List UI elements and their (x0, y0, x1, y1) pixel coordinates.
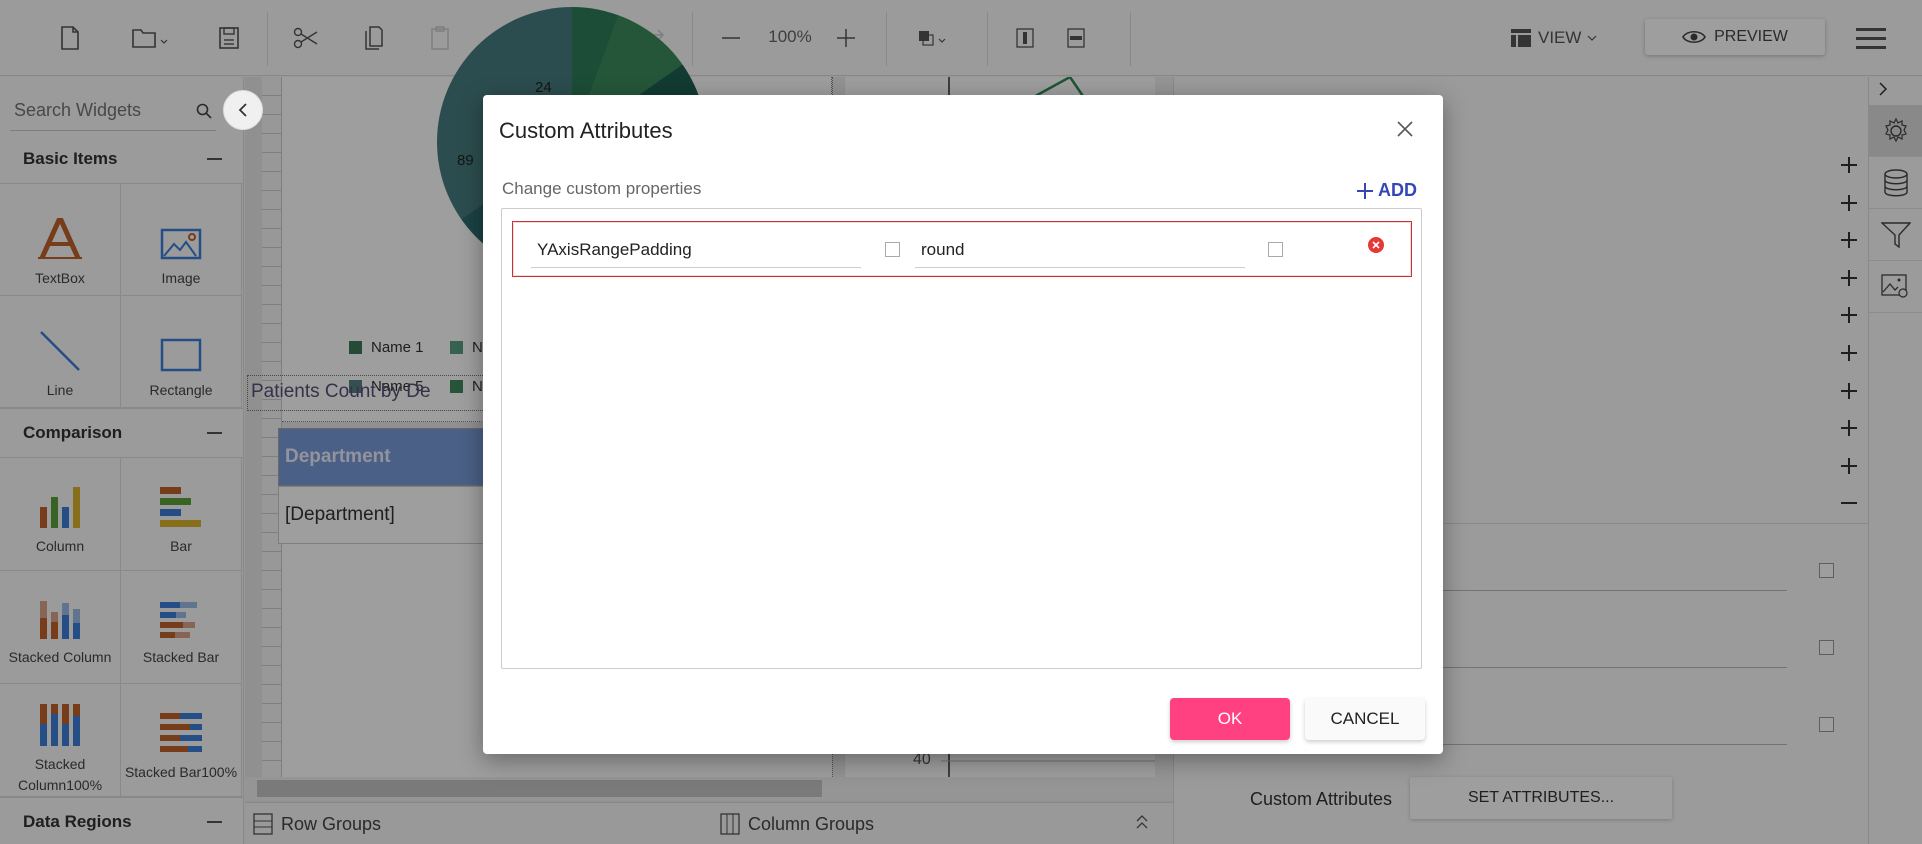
attribute-value-field (915, 232, 1245, 268)
delete-attribute-icon[interactable] (1368, 237, 1384, 253)
ok-button[interactable]: OK (1170, 698, 1290, 740)
attribute-name-field (531, 232, 861, 268)
collapse-sidebar-button[interactable] (223, 90, 263, 130)
attributes-list (501, 208, 1422, 669)
chevron-left-icon (238, 103, 247, 117)
attribute-value-input[interactable] (915, 232, 1245, 267)
dialog-subtitle: Change custom properties (502, 179, 702, 198)
attribute-value-checkbox[interactable] (1268, 242, 1283, 257)
add-attribute-button[interactable]: ADD (1357, 180, 1417, 201)
cancel-button[interactable]: CANCEL (1305, 698, 1425, 740)
attribute-name-input[interactable] (531, 232, 861, 267)
dialog-title: Custom Attributes (499, 118, 673, 143)
plus-icon (1357, 182, 1373, 199)
attribute-row (512, 221, 1412, 277)
attribute-name-checkbox[interactable] (885, 242, 900, 257)
close-icon (1397, 121, 1413, 137)
add-label: ADD (1378, 180, 1417, 200)
close-button[interactable] (1391, 115, 1419, 143)
custom-attributes-dialog: Custom Attributes Change custom properti… (483, 95, 1443, 754)
